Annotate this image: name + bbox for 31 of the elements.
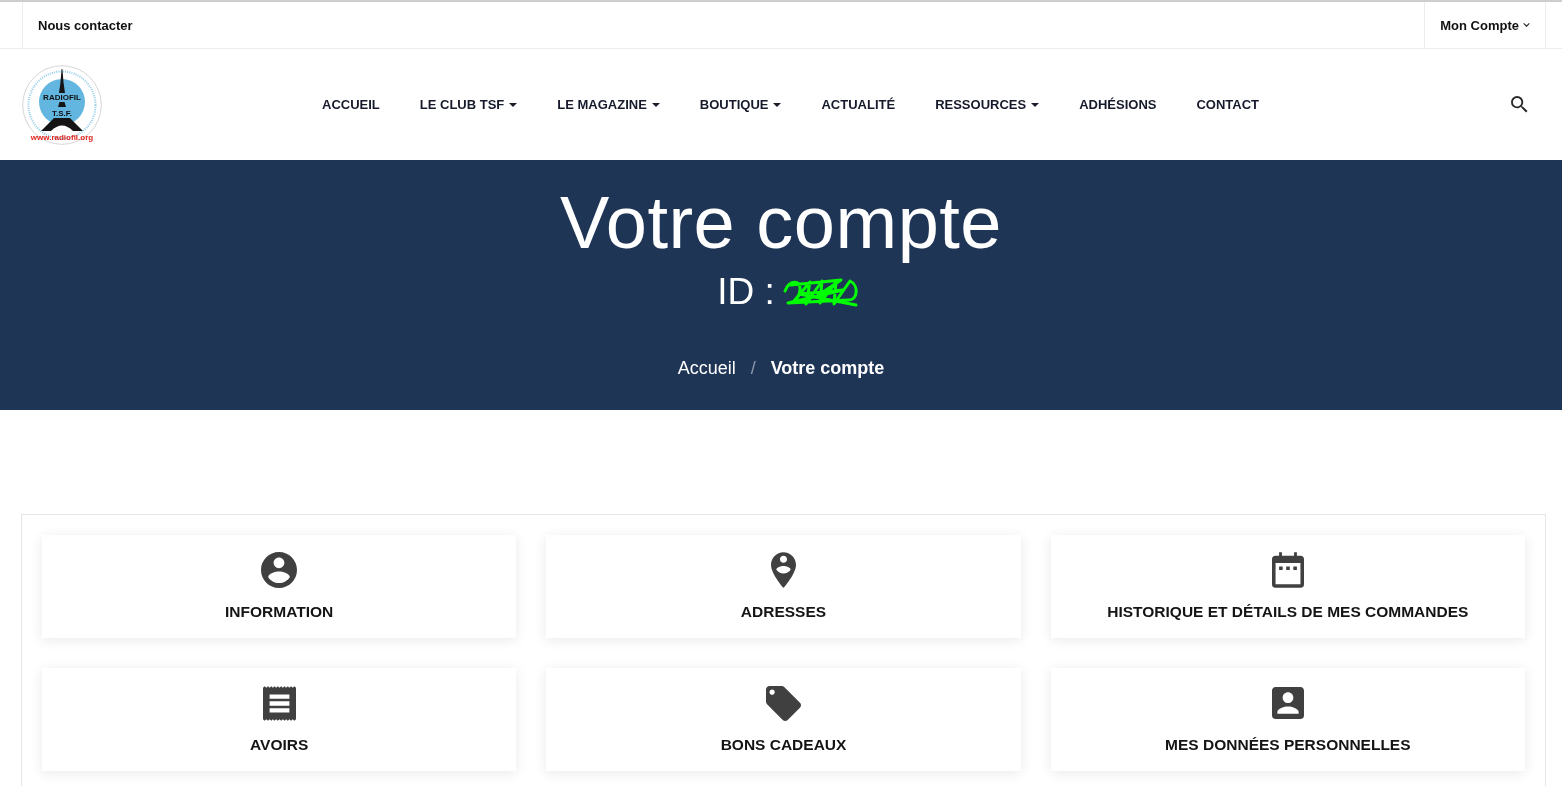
nav-link[interactable]: LE MAGAZINE [557, 97, 660, 112]
account-section-link[interactable]: MES DONNÉES PERSONNELLES [1050, 668, 1525, 771]
account-section-link[interactable]: BONS CADEAUX [546, 668, 1021, 771]
nav-link[interactable]: CONTACT [1196, 97, 1260, 112]
breadcrumb-current: Votre compte [770, 359, 885, 377]
contact-link[interactable]: Nous contacter [38, 17, 133, 33]
nav-link[interactable]: BOUTIQUE [699, 97, 782, 112]
account-section-link[interactable]: ADRESSES [546, 535, 1021, 638]
account-section-link[interactable]: INFORMATION [42, 535, 517, 638]
site-logo[interactable]: RADIOFIL T.S.F. www.radiofil.org [22, 64, 102, 145]
logo-website: www.radiofil.org [30, 132, 94, 142]
breadcrumb-link[interactable]: Accueil [677, 359, 736, 377]
account-section-link[interactable]: HISTORIQUE ET DÉTAILS DE MES COMMANDES [1050, 535, 1525, 638]
logo-subtitle: T.S.F. [52, 108, 72, 118]
id-label: ID : [717, 273, 775, 310]
nav-link[interactable]: ACCUEIL [322, 97, 380, 112]
nav-link[interactable]: LE CLUB TSF [419, 97, 518, 112]
logo-title: RADIOFIL [43, 92, 81, 102]
search-button[interactable] [1511, 96, 1528, 113]
person-pin-icon [771, 552, 796, 588]
nav-link[interactable]: RESSOURCES [935, 97, 1040, 112]
search-icon [1511, 96, 1528, 113]
account-menu-button[interactable]: Mon Compte [1424, 2, 1546, 48]
account-section-link[interactable]: AVOIRS [42, 668, 517, 771]
account-box-icon [1271, 687, 1304, 719]
tag-icon [766, 685, 801, 721]
breadcrumb-separator: / [750, 359, 756, 377]
receipt-icon [262, 685, 296, 721]
nav-link[interactable]: ADHÉSIONS [1079, 97, 1157, 112]
calendar-icon [1271, 552, 1304, 588]
nav-link[interactable]: ACTUALITÉ [821, 97, 896, 112]
